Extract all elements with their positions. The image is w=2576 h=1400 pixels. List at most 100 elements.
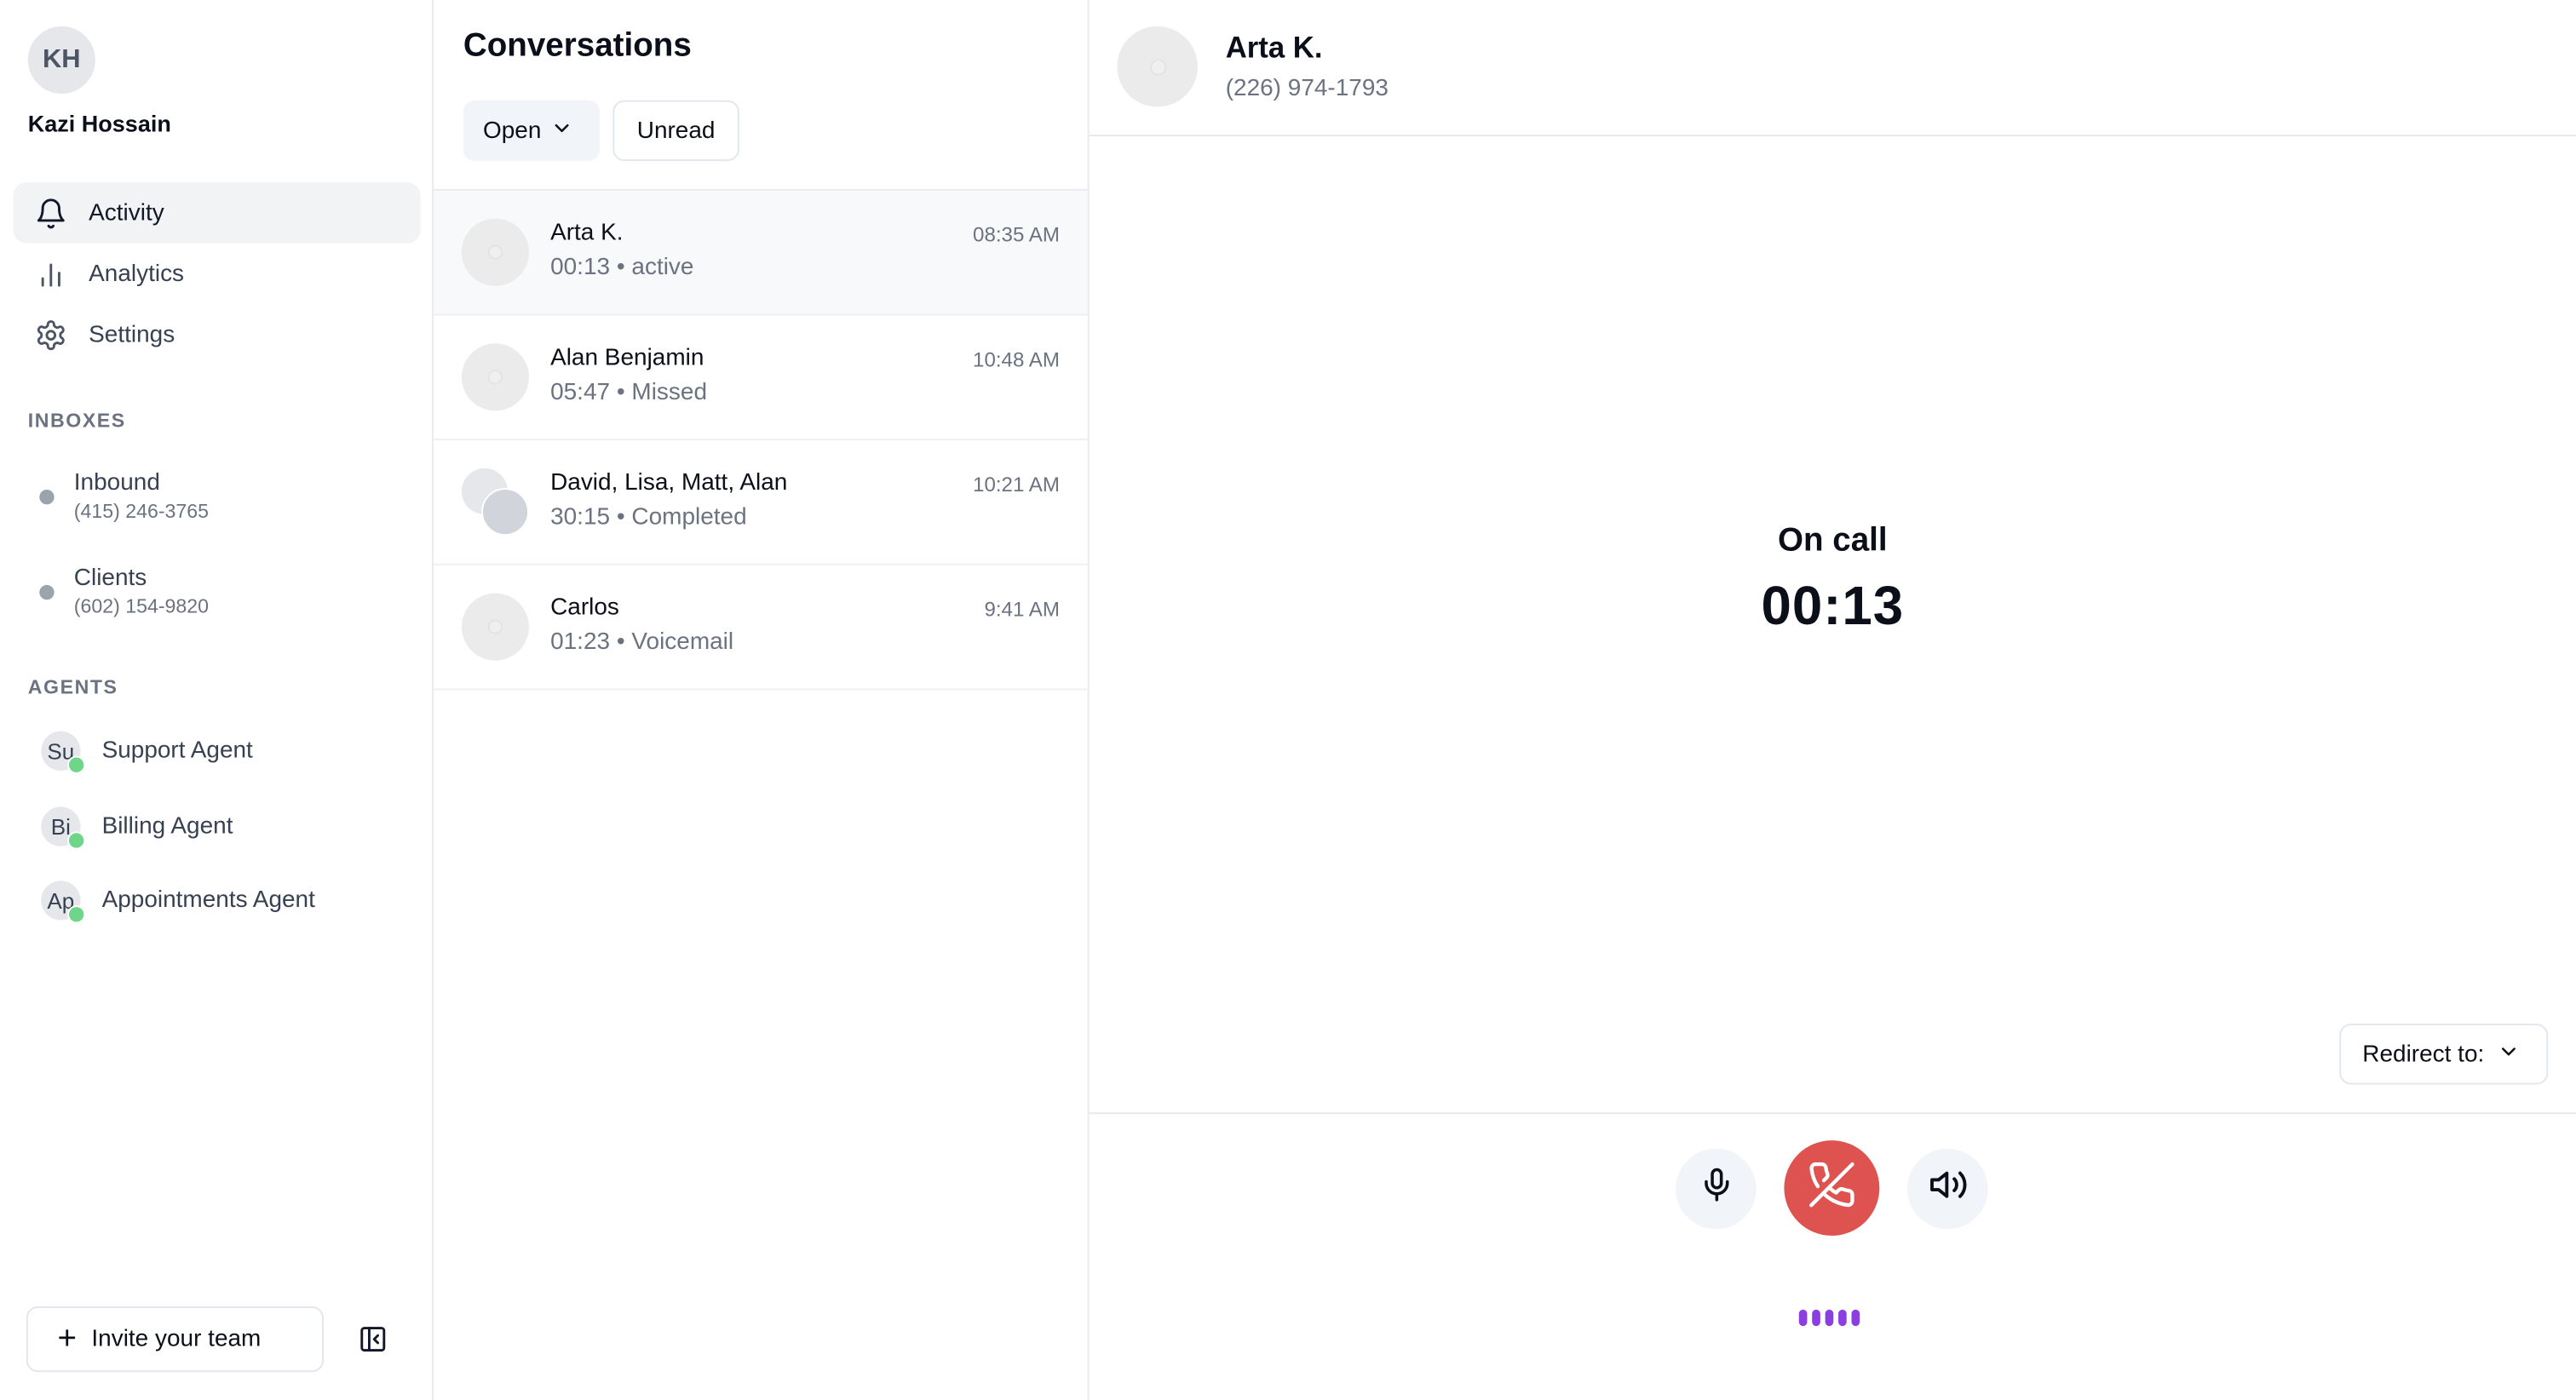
call-status-label: On call — [1777, 522, 1888, 559]
waveform-bar — [1851, 1309, 1860, 1327]
nav-item-analytics[interactable]: Analytics — [13, 244, 420, 304]
conversation-time: 08:35 AM — [973, 223, 1060, 247]
chevron-down-icon — [2498, 1039, 2521, 1069]
conversation-name: David, Lisa, Matt, Alan — [550, 469, 788, 496]
waveform-bar — [1798, 1309, 1808, 1327]
online-status-dot — [67, 831, 86, 850]
contact-phone: (226) 974-1793 — [1225, 75, 1389, 102]
contact-name: Arta K. — [1225, 31, 1323, 65]
avatar-placeholder-icon — [487, 619, 503, 634]
agent-name: Support Agent — [101, 737, 253, 765]
contact-avatar — [461, 593, 529, 661]
conversation-meta: 05:47 • Missed — [550, 379, 708, 406]
app-window: KH Kazi Hossain Activity Analytics Setti… — [0, 0, 2576, 1400]
avatar-placeholder-icon — [487, 244, 503, 260]
waveform-bar — [1838, 1309, 1847, 1327]
inbox-item-clients[interactable]: Clients (602) 154-9820 — [39, 564, 209, 620]
agent-item-billing[interactable]: Bi Billing Agent — [41, 806, 233, 850]
inbox-phone: (415) 246-3765 — [73, 499, 210, 523]
call-status: Voicemail — [631, 629, 734, 656]
conversation-item[interactable]: Alan Benjamin 05:47 • Missed 10:48 AM — [434, 315, 1088, 441]
user-name: Kazi Hossain — [27, 110, 171, 137]
inbox-item-inbound[interactable]: Inbound (415) 246-3765 — [39, 468, 209, 525]
inbox-status-dot — [39, 489, 55, 504]
main-nav: Activity Analytics Settings — [13, 182, 421, 364]
online-status-dot — [67, 905, 86, 924]
group-avatar — [461, 468, 531, 537]
inbox-name: Inbound — [73, 469, 160, 496]
call-duration: 00:13 — [550, 255, 611, 281]
nav-label: Analytics — [89, 260, 185, 287]
invite-team-button[interactable]: + Invite your team — [26, 1306, 324, 1373]
speaker-icon — [1928, 1165, 1967, 1213]
call-status: Missed — [631, 379, 708, 406]
conversation-item[interactable]: Carlos 01:23 • Voicemail 9:41 AM — [434, 565, 1088, 691]
agent-avatar: Bi — [41, 806, 86, 850]
invite-label: Invite your team — [91, 1326, 262, 1353]
speaker-button[interactable] — [1907, 1148, 1988, 1230]
avatar-placeholder-icon — [1149, 58, 1166, 75]
contact-avatar — [1117, 26, 1198, 107]
conversation-meta: 01:23 • Voicemail — [550, 629, 734, 656]
phone-off-icon — [1807, 1159, 1856, 1217]
chevron-down-icon — [551, 116, 574, 146]
unread-filter-button[interactable]: Unread — [612, 100, 739, 162]
nav-label: Activity — [89, 199, 164, 227]
online-status-dot — [67, 755, 86, 774]
call-duration: 05:47 — [550, 379, 611, 406]
agents-heading: AGENTS — [27, 675, 118, 699]
conversation-name: Arta K. — [550, 220, 624, 247]
inbox-name: Clients — [73, 565, 147, 592]
conversations-panel: Conversations Open Unread Arta K. 00:13 … — [434, 0, 1090, 1400]
nav-label: Settings — [89, 321, 175, 348]
conversation-meta: 00:13 • active — [550, 255, 694, 281]
conversation-name: Alan Benjamin — [550, 345, 704, 372]
nav-item-settings[interactable]: Settings — [13, 304, 420, 364]
conversation-item[interactable]: Arta K. 00:13 • active 08:35 AM — [434, 190, 1088, 316]
contact-avatar — [461, 218, 529, 286]
waveform-bar — [1825, 1309, 1834, 1327]
agent-initials: Bi — [50, 814, 71, 840]
controls-divider — [1089, 1112, 2576, 1115]
call-duration: 30:15 — [550, 504, 611, 531]
group-avatar-front — [481, 488, 529, 536]
plus-icon: + — [57, 1321, 78, 1357]
inboxes-heading: INBOXES — [27, 409, 126, 433]
call-status: Completed — [631, 504, 747, 531]
mute-button[interactable] — [1676, 1148, 1757, 1230]
call-header: Arta K. (226) 974-1793 — [1089, 0, 2576, 137]
bell-icon — [34, 197, 67, 230]
redirect-dropdown[interactable]: Redirect to: — [2339, 1024, 2549, 1085]
conversations-title: Conversations — [463, 27, 692, 65]
agent-name: Billing Agent — [101, 813, 233, 841]
agent-avatar: Ap — [41, 881, 86, 924]
agent-avatar: Su — [41, 731, 86, 774]
status-filter-dropdown[interactable]: Open — [463, 100, 600, 162]
redirect-label: Redirect to: — [2362, 1041, 2485, 1068]
conversation-meta: 30:15 • Completed — [550, 504, 747, 531]
conversation-item[interactable]: David, Lisa, Matt, Alan 30:15 • Complete… — [434, 440, 1088, 565]
microphone-icon — [1698, 1167, 1734, 1211]
nav-item-activity[interactable]: Activity — [13, 182, 421, 244]
waveform-bar — [1812, 1309, 1820, 1327]
call-panel: Arta K. (226) 974-1793 On call 00:13 Red… — [1089, 0, 2576, 1400]
hang-up-button[interactable] — [1784, 1140, 1880, 1236]
agent-item-appointments[interactable]: Ap Appointments Agent — [41, 881, 315, 924]
agent-name: Appointments Agent — [101, 886, 315, 914]
conversation-name: Carlos — [550, 594, 619, 622]
sidebar-collapse-icon[interactable] — [358, 1324, 388, 1354]
audio-waveform — [1798, 1309, 1860, 1327]
sidebar: KH Kazi Hossain Activity Analytics Setti… — [0, 0, 434, 1400]
call-status: active — [631, 255, 694, 281]
gear-icon — [34, 318, 67, 351]
bar-chart-icon — [34, 257, 67, 290]
filter-label: Open — [482, 117, 542, 144]
conversation-list: Arta K. 00:13 • active 08:35 AM Alan Ben… — [434, 188, 1088, 691]
call-duration: 01:23 — [550, 629, 611, 656]
conversation-time: 10:48 AM — [973, 348, 1060, 372]
user-avatar[interactable]: KH — [27, 26, 95, 94]
agent-item-support[interactable]: Su Support Agent — [41, 731, 253, 774]
inbox-phone: (602) 154-9820 — [73, 594, 210, 618]
avatar-placeholder-icon — [487, 370, 503, 385]
conversation-time: 10:21 AM — [973, 473, 1060, 496]
